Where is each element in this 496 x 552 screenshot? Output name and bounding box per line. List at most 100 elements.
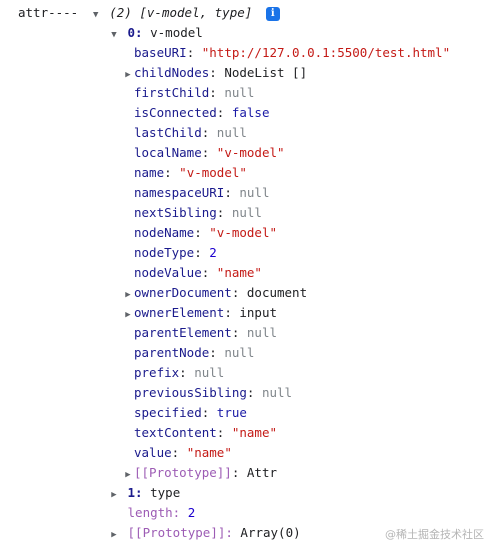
key-separator: : xyxy=(194,225,202,240)
property-row[interactable]: ▶ ownerDocument: document xyxy=(122,283,307,303)
property-row[interactable]: ▶nextSibling: null xyxy=(122,203,262,223)
chevron-right-icon[interactable]: ▶ xyxy=(122,465,134,485)
property-row[interactable]: ▶textContent: "name" xyxy=(122,423,277,443)
property-value: "name" xyxy=(231,425,278,440)
length-value: 2 xyxy=(187,505,196,520)
key-separator: : xyxy=(186,45,195,60)
item-1-value: type xyxy=(150,485,181,500)
property-key: isConnected xyxy=(134,105,217,120)
property-key: nextSibling xyxy=(134,205,217,220)
property-value: Attr xyxy=(246,465,278,480)
property-value: null xyxy=(246,325,278,340)
key-separator: : xyxy=(201,265,210,280)
key-separator: : xyxy=(231,285,240,300)
key-separator: : xyxy=(216,205,225,220)
key-separator: : xyxy=(246,385,255,400)
property-key: childNodes xyxy=(134,65,210,80)
key-separator: : xyxy=(231,325,240,340)
property-key: localName xyxy=(134,145,202,160)
property-value: null xyxy=(216,125,247,140)
property-key: lastChild xyxy=(134,125,202,140)
property-value: "v-model" xyxy=(209,225,278,240)
property-value: "http://127.0.0.1:5500/test.html" xyxy=(201,45,451,60)
key-separator: : xyxy=(224,185,232,200)
property-key: [[Prototype]] xyxy=(134,465,232,480)
property-key: ownerElement xyxy=(134,305,225,320)
property-row[interactable]: ▶baseURI: "http://127.0.0.1:5500/test.ht… xyxy=(122,43,450,63)
property-key: nodeType xyxy=(134,245,195,260)
property-key: parentElement xyxy=(134,325,232,340)
length-key: length: xyxy=(127,505,181,520)
property-key: prefix xyxy=(134,365,180,380)
property-row[interactable]: ▶name: "v-model" xyxy=(122,163,247,183)
property-key: specified xyxy=(134,405,202,420)
key-separator: : xyxy=(216,105,225,120)
key-separator: : xyxy=(164,165,172,180)
property-row[interactable]: ▶ childNodes: NodeList [] xyxy=(122,63,307,83)
property-row[interactable]: ▶localName: "v-model" xyxy=(122,143,285,163)
chevron-down-icon[interactable]: ▼ xyxy=(108,25,120,45)
array-prototype[interactable]: ▶ [[Prototype]]: Array(0) xyxy=(108,523,301,545)
array-length: ▶ length: 2 xyxy=(108,503,196,523)
property-value: null xyxy=(231,205,262,220)
property-row[interactable]: ▶nodeType: 2 xyxy=(122,243,217,263)
key-separator: : xyxy=(201,125,210,140)
property-row[interactable]: ▶parentNode: null xyxy=(122,343,254,363)
property-key: name xyxy=(134,165,165,180)
array-prototype-key: [[Prototype]]: xyxy=(127,525,233,540)
property-row[interactable]: ▶lastChild: null xyxy=(122,123,247,143)
watermark: @稀土掘金技术社区 xyxy=(385,528,484,541)
array-item-0[interactable]: ▼ 0: v-model xyxy=(108,23,203,43)
property-row[interactable]: ▶ [[Prototype]]: Attr xyxy=(122,463,277,483)
array-summary[interactable]: (2) [v-model, type] xyxy=(109,5,252,20)
item-1-key: 1: xyxy=(127,485,143,500)
property-value: "name" xyxy=(186,445,232,460)
array-item-1[interactable]: ▶ 1: type xyxy=(108,483,180,503)
chevron-right-icon[interactable]: ▶ xyxy=(108,485,120,505)
property-row[interactable]: ▶isConnected: false xyxy=(122,103,270,123)
property-row[interactable]: ▶previousSibling: null xyxy=(122,383,292,403)
property-key: ownerDocument xyxy=(134,285,232,300)
key-separator: : xyxy=(209,65,217,80)
key-separator: : xyxy=(216,425,225,440)
property-value: "v-model" xyxy=(179,165,247,180)
property-row[interactable]: ▶parentElement: null xyxy=(122,323,277,343)
key-separator: : xyxy=(201,145,210,160)
property-row[interactable]: ▶firstChild: null xyxy=(122,83,254,103)
property-value: null xyxy=(261,385,293,400)
property-key: nodeValue xyxy=(134,265,202,280)
property-key: textContent xyxy=(134,425,217,440)
key-separator: : xyxy=(179,365,187,380)
property-row[interactable]: ▶prefix: null xyxy=(122,363,224,383)
key-separator: : xyxy=(209,345,217,360)
property-value: 2 xyxy=(209,245,217,260)
key-separator: : xyxy=(194,245,202,260)
property-value: null xyxy=(194,365,225,380)
property-key: namespaceURI xyxy=(134,185,225,200)
property-value: null xyxy=(239,185,270,200)
property-value: true xyxy=(216,405,247,420)
property-row[interactable]: ▶specified: true xyxy=(122,403,247,423)
property-key: firstChild xyxy=(134,85,210,100)
property-row[interactable]: ▶value: "name" xyxy=(122,443,232,463)
item-0-key: 0: xyxy=(127,25,143,40)
property-row[interactable]: ▶nodeName: "v-model" xyxy=(122,223,277,243)
chevron-right-icon[interactable]: ▶ xyxy=(122,65,134,85)
chevron-right-icon[interactable]: ▶ xyxy=(108,525,120,545)
property-key: value xyxy=(134,445,172,460)
key-separator: : xyxy=(209,85,217,100)
property-row[interactable]: ▶nodeValue: "name" xyxy=(122,263,262,283)
property-value: NodeList [] xyxy=(224,65,308,80)
chevron-down-icon[interactable]: ▼ xyxy=(90,5,102,25)
chevron-right-icon[interactable]: ▶ xyxy=(122,305,134,325)
key-separator: : xyxy=(231,465,240,480)
property-row[interactable]: ▶namespaceURI: null xyxy=(122,183,269,203)
property-key: baseURI xyxy=(134,45,187,60)
property-value: null xyxy=(224,345,255,360)
property-row[interactable]: ▶ ownerElement: input xyxy=(122,303,277,323)
info-icon[interactable]: i xyxy=(265,7,280,21)
item-0-value: v-model xyxy=(150,25,203,40)
array-prototype-value: Array(0) xyxy=(240,525,301,540)
chevron-right-icon[interactable]: ▶ xyxy=(122,285,134,305)
console-log-entry: attr---- ▼ (2) [v-model, type] i xyxy=(18,3,280,23)
